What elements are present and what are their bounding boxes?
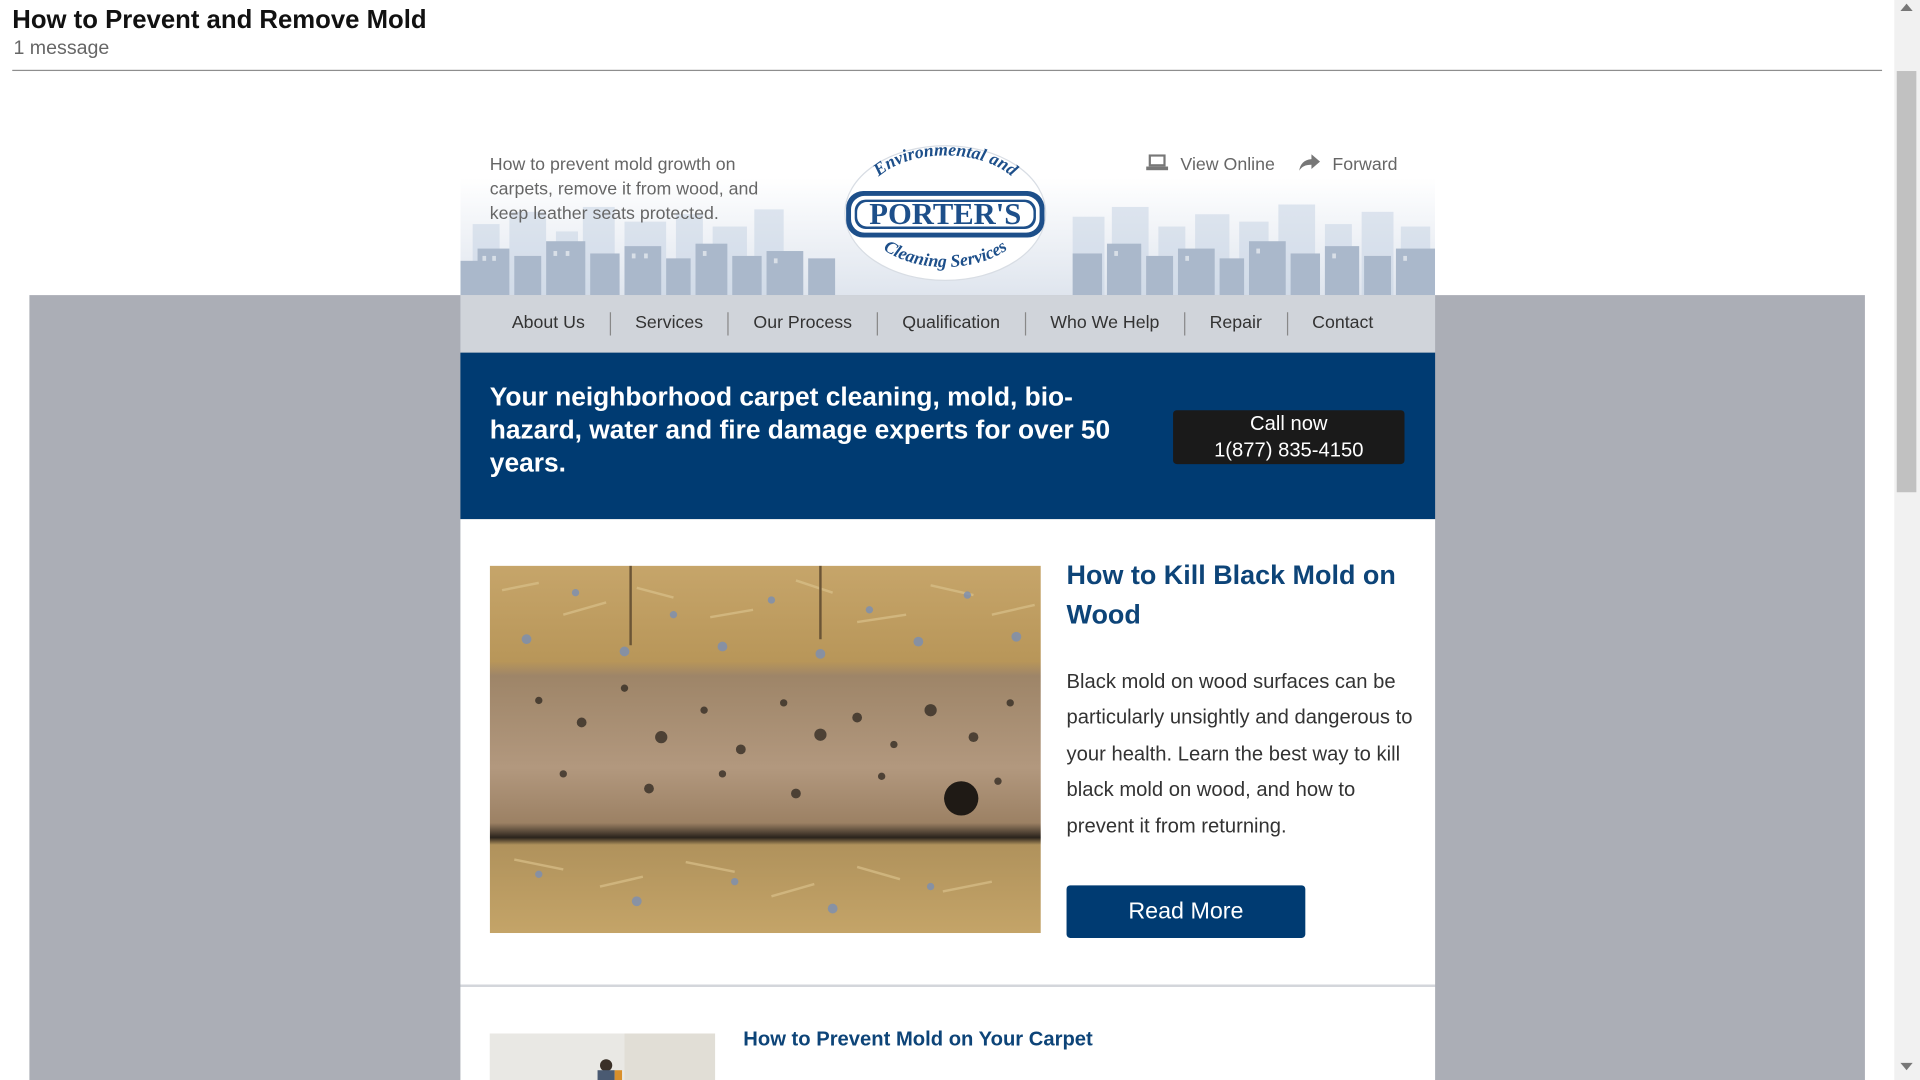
scroll-thumb[interactable] [1896,71,1917,493]
moldy-wood-photo[interactable] [489,565,1041,934]
nav-contact[interactable]: Contact [1288,312,1398,335]
call-now-button[interactable]: Call now 1(877) 835-4150 [1173,410,1405,465]
carpet-cleaning-photo[interactable] [489,1033,716,1080]
article-1-body: Black mold on wood surfaces can be parti… [1066,671,1413,838]
porters-logo[interactable]: Environmental and PORTER'S Cleaning Serv… [841,140,1049,282]
nav-qualification[interactable]: Qualification [878,312,1026,336]
call-now-label: Call now [1250,412,1328,435]
vertical-scrollbar[interactable] [1894,0,1920,1080]
email-header: How to prevent mold growth on carpets, r… [460,122,1436,296]
preheader-text: How to prevent mold growth on carpets, r… [489,155,759,225]
article-card-2: How to Prevent Mold on Your Carpet [460,986,1436,1080]
email-body: How to prevent mold growth on carpets, r… [460,122,1436,1080]
nav-repair[interactable]: Repair [1185,312,1288,336]
nav-about-us[interactable]: About Us [460,312,611,336]
banner-headline: Your neighborhood carpet cleaning, mold,… [489,382,1111,478]
message-count: 1 message [13,37,110,59]
read-more-button[interactable]: Read More [1066,885,1306,938]
hero-banner: Your neighborhood carpet cleaning, mold,… [460,352,1436,520]
call-phone-number: 1(877) 835-4150 [1214,439,1364,462]
nav-services[interactable]: Services [611,312,729,336]
forward-link[interactable]: Forward [1332,156,1397,176]
article-2-title[interactable]: How to Prevent Mold on Your Carpet [743,1029,1092,1052]
email-viewer: How to Prevent and Remove Mold 1 message [0,0,1920,1080]
article-card-1: How to Kill Black Mold on Wood Black mol… [460,519,1436,985]
top-links: View Online Forward [1146,154,1422,176]
message-subject: How to Prevent and Remove Mold [12,6,427,35]
logo-name: PORTER'S [869,197,1021,231]
nav-our-process[interactable]: Our Process [729,312,878,336]
laptop-icon [1146,154,1169,176]
nav-who-we-help[interactable]: Who We Help [1026,312,1186,336]
view-online-link[interactable]: View Online [1180,156,1274,176]
scroll-up-arrow-icon[interactable] [1900,3,1913,12]
scroll-down-arrow-icon[interactable] [1900,1062,1913,1071]
header-divider [12,69,1883,72]
forward-arrow-icon [1299,154,1321,176]
article-1-title[interactable]: How to Kill Black Mold on Wood [1067,556,1416,634]
nav-bar: About Us Services Our Process Qualificat… [460,295,1436,353]
